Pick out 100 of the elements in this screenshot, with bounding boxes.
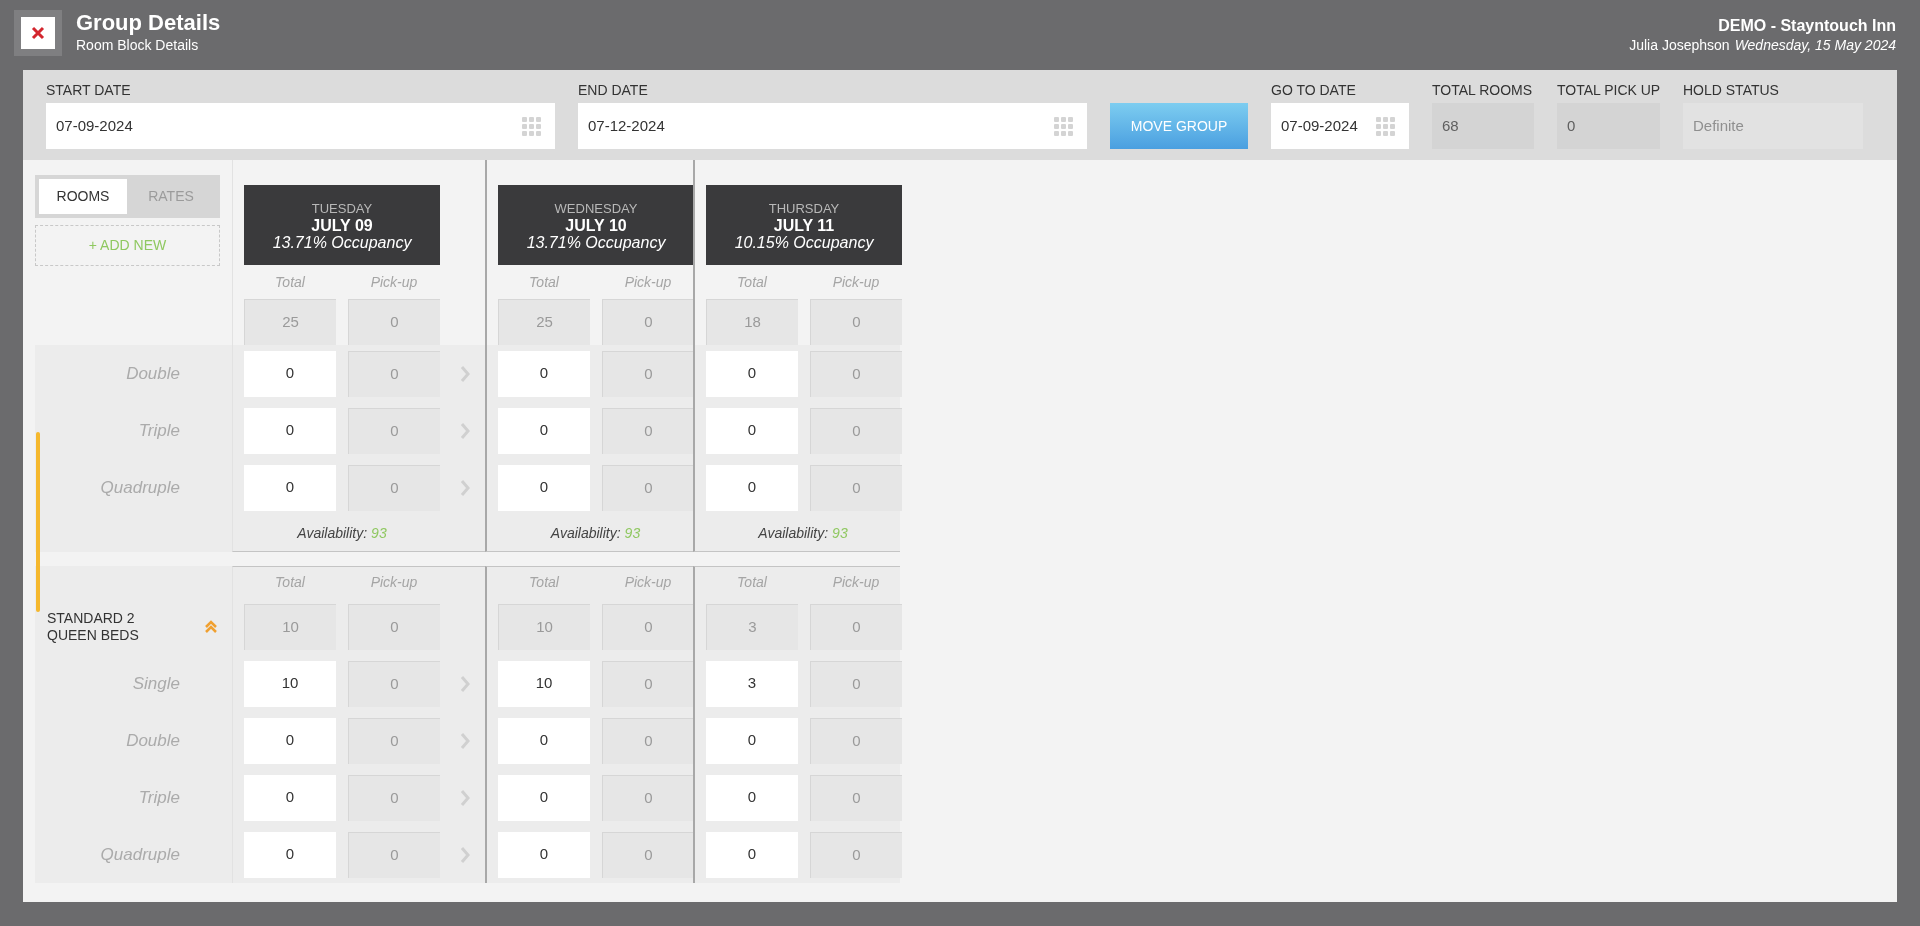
pickup-field: 25 xyxy=(244,299,336,345)
readonly-field: 68 xyxy=(1432,103,1534,149)
total-input[interactable]: 10 xyxy=(244,660,336,707)
pickup-field: 0 xyxy=(810,774,902,821)
business-date: Wednesday, 15 May 2024 xyxy=(1734,36,1896,54)
close-icon xyxy=(31,26,45,40)
pickup-field: 0 xyxy=(602,299,694,345)
room-type-label: Double xyxy=(126,362,180,385)
room-type-label: Single xyxy=(132,672,180,695)
close-button[interactable] xyxy=(14,10,62,56)
chevron-right-icon[interactable] xyxy=(460,674,470,693)
pickup-field: 25 xyxy=(498,299,590,345)
calendar-icon[interactable] xyxy=(522,116,541,136)
availability-label: Availability: xyxy=(297,524,368,543)
weekday: TUESDAY xyxy=(311,199,373,217)
total-input[interactable]: 0 xyxy=(498,831,590,878)
pickup-field: 10 xyxy=(244,603,336,650)
date-field[interactable]: 07-12-2024 xyxy=(578,103,1087,149)
pickup-field: 10 xyxy=(498,603,590,650)
column-label: Pick-up xyxy=(831,272,881,292)
total-input[interactable]: 0 xyxy=(244,407,336,454)
column-label: Total xyxy=(736,573,768,592)
pickup-field: 0 xyxy=(602,717,694,764)
column-label: Total xyxy=(736,272,768,292)
total-input[interactable]: 10 xyxy=(498,660,590,707)
calendar-icon[interactable] xyxy=(1054,116,1073,136)
chevron-right-icon[interactable] xyxy=(460,478,470,497)
total-input[interactable]: 3 xyxy=(706,660,798,707)
pickup-field: 0 xyxy=(602,774,694,821)
total-input[interactable]: 0 xyxy=(706,831,798,878)
column-label: Pick-up xyxy=(369,573,419,592)
total-input[interactable]: 0 xyxy=(498,774,590,821)
tab[interactable]: ROOMS xyxy=(39,179,127,214)
chevron-right-icon[interactable] xyxy=(460,731,470,750)
pickup-field: 3 xyxy=(706,603,798,650)
filter-label: HOLD STATUS xyxy=(1683,81,1780,97)
double-chevron-up-icon[interactable] xyxy=(204,619,218,634)
total-input[interactable]: 0 xyxy=(498,407,590,454)
total-input[interactable]: 0 xyxy=(706,407,798,454)
pickup-field: 0 xyxy=(810,831,902,878)
filter-label: GO TO DATE xyxy=(1271,81,1357,97)
room-type-label: Triple xyxy=(138,419,180,442)
pickup-field: 0 xyxy=(810,464,902,511)
total-input[interactable]: 0 xyxy=(244,350,336,397)
column-label: Pick-up xyxy=(623,272,673,292)
room-type-label: Quadruple xyxy=(100,476,180,499)
chevron-right-icon[interactable] xyxy=(460,788,470,807)
user-name: Julia Josephson xyxy=(1629,36,1730,54)
pickup-field: 0 xyxy=(810,299,902,345)
readonly-field: Definite xyxy=(1683,103,1863,149)
pickup-field: 0 xyxy=(602,407,694,454)
availability-label: Availability: xyxy=(550,524,621,543)
column-label: Pick-up xyxy=(369,272,419,292)
pickup-field: 0 xyxy=(810,407,902,454)
pickup-field: 0 xyxy=(348,774,440,821)
chevron-right-icon[interactable] xyxy=(460,421,470,440)
column-label: Pick-up xyxy=(623,573,673,592)
column-label: Total xyxy=(274,573,306,592)
total-input[interactable]: 0 xyxy=(706,717,798,764)
total-input[interactable]: 0 xyxy=(706,464,798,511)
occupancy: 10.15% Occupancy xyxy=(734,233,874,251)
pickup-field: 0 xyxy=(602,350,694,397)
pickup-field: 0 xyxy=(810,603,902,650)
pickup-field: 0 xyxy=(810,350,902,397)
availability-count: 93 xyxy=(371,524,387,543)
date-field[interactable]: 07-09-2024 xyxy=(1271,103,1409,149)
pickup-field: 0 xyxy=(602,464,694,511)
room-type-name: STANDARD 2 QUEEN BEDS xyxy=(47,609,140,644)
day-date: JULY 11 xyxy=(773,216,835,234)
total-input[interactable]: 0 xyxy=(244,774,336,821)
total-input[interactable]: 0 xyxy=(244,464,336,511)
pickup-field: 0 xyxy=(348,660,440,707)
occupancy: 13.71% Occupancy xyxy=(272,233,412,251)
pickup-field: 0 xyxy=(348,299,440,345)
pickup-field: 0 xyxy=(602,831,694,878)
availability-count: 93 xyxy=(624,524,641,543)
chevron-right-icon[interactable] xyxy=(460,364,470,383)
pickup-field: 0 xyxy=(348,464,440,511)
date-field[interactable]: 07-09-2024 xyxy=(46,103,555,149)
pickup-field: 0 xyxy=(348,831,440,878)
pickup-field: 0 xyxy=(602,660,694,707)
total-input[interactable]: 0 xyxy=(498,717,590,764)
pickup-field: 0 xyxy=(810,660,902,707)
room-type-label: Double xyxy=(126,729,180,752)
pickup-field: 18 xyxy=(706,299,798,345)
day-date: JULY 10 xyxy=(565,216,627,234)
pickup-field: 0 xyxy=(348,717,440,764)
total-input[interactable]: 0 xyxy=(706,350,798,397)
weekday: THURSDAY xyxy=(768,199,840,217)
column-label: Pick-up xyxy=(831,573,881,592)
chevron-right-icon[interactable] xyxy=(460,845,470,864)
calendar-icon[interactable] xyxy=(1376,116,1395,136)
column-label: Total xyxy=(528,272,560,292)
availability-count: 93 xyxy=(832,524,848,543)
total-input[interactable]: 0 xyxy=(244,717,336,764)
total-input[interactable]: 0 xyxy=(498,464,590,511)
total-input[interactable]: 0 xyxy=(244,831,336,878)
total-input[interactable]: 0 xyxy=(498,350,590,397)
property-name: DEMO - Stayntouch Inn xyxy=(1718,16,1896,36)
total-input[interactable]: 0 xyxy=(706,774,798,821)
